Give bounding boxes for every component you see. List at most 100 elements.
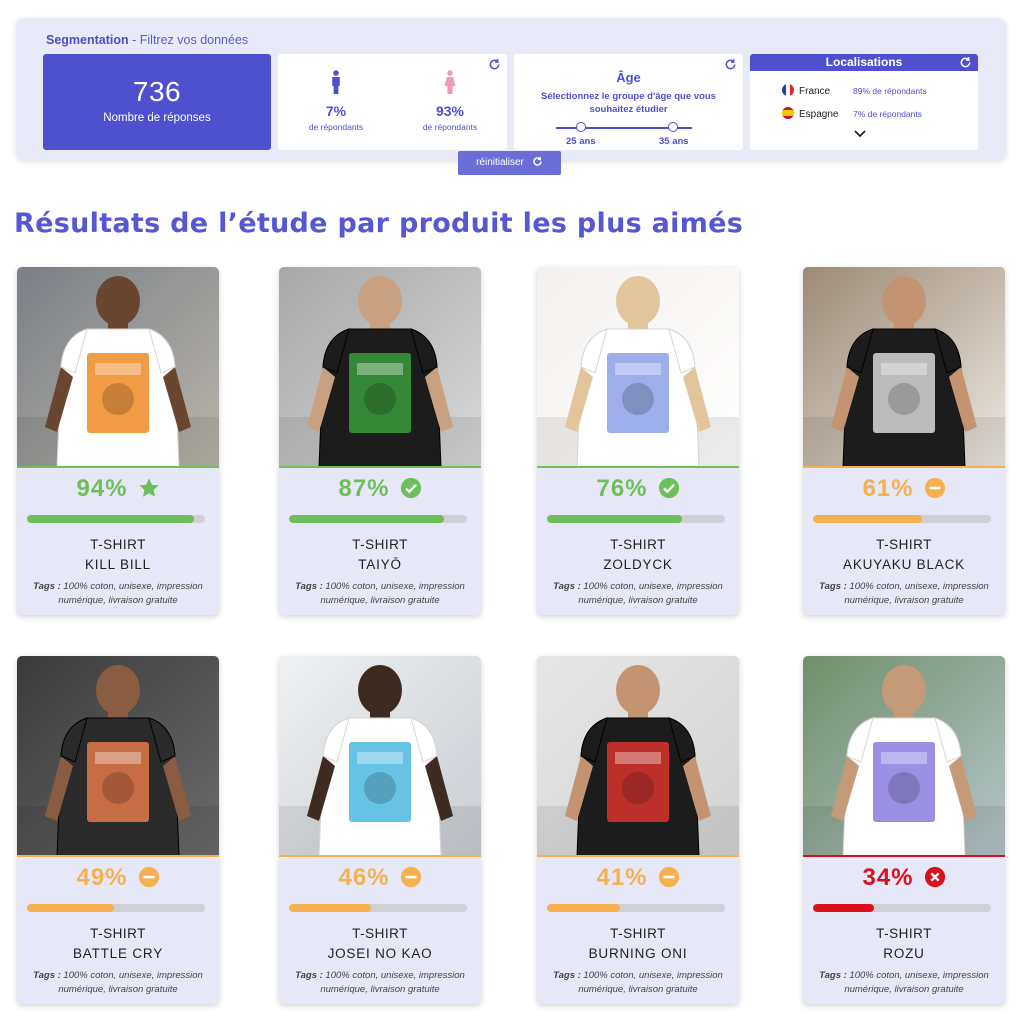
product-type: T-SHIRT [876,926,932,941]
gender-female[interactable]: 93% de répondants [410,70,490,132]
product-score-bar [813,515,991,523]
product-score-value: 49% [76,864,128,891]
divider [279,855,481,857]
minus-icon [400,866,422,895]
product-card[interactable]: 87% T-SHIRT TAIYŌ Tags : 100% coton, unisex… [279,267,481,615]
product-tags: Tags : 100% coton, unisexe, impression n… [803,580,1005,608]
product-type: T-SHIRT [90,926,146,941]
age-slider-max-handle[interactable] [668,122,678,132]
location-row-france[interactable]: France 89% de répondants [782,84,927,97]
age-max-label: 35 ans [659,136,689,147]
product-image[interactable] [803,267,1005,467]
product-score: 46% [279,864,481,895]
product-card[interactable]: 94% T-SHIRT KILL BILL Tags : 100% coton, un… [17,267,219,615]
responses-count: 736 [132,76,182,107]
refresh-icon[interactable] [959,56,972,69]
product-score: 34% [803,864,1005,895]
product-image[interactable] [279,267,481,467]
location-stat: 7% de répondants [853,109,922,119]
product-type: T-SHIRT [352,926,408,941]
divider [537,855,739,857]
product-score: 61% [803,475,1005,506]
product-score-value: 61% [862,475,914,502]
product-score-bar [27,904,205,912]
locations-card: Localisations France 89% de répondants Es… [750,54,978,150]
female-sub: de répondants [422,122,478,132]
product-score-bar-fill [289,515,444,523]
location-stat: 89% de répondants [853,86,927,96]
male-percent: 7% [325,103,347,119]
minus-icon [138,866,160,895]
tags-text: 100% coton, unisexe, impression numériqu… [58,581,203,606]
product-score-bar [547,515,725,523]
product-score-bar [547,904,725,912]
tags-label: Tags : [295,581,323,592]
product-card[interactable]: 49% T-SHIRT BATTLE CRY Tags : 100% coton, u… [17,656,219,1004]
product-card[interactable]: 76% T-SHIRT ZOLDYCK Tags : 100% coton, unis… [537,267,739,615]
tags-text: 100% coton, unisexe, impression numériqu… [320,581,465,606]
tags-text: 100% coton, unisexe, impression numériqu… [578,970,723,995]
product-image[interactable] [537,656,739,856]
product-name: BATTLE CRY [72,946,164,961]
responses-label: Nombre de réponses [103,112,211,124]
product-score-value: 87% [338,475,390,502]
segmentation-panel: Segmentation - Filtrez vos données 736 N… [16,18,1006,160]
segmentation-subtitle: - Filtrez vos données [128,33,249,47]
product-tags: Tags : 100% coton, unisexe, impression n… [279,969,481,997]
france-flag-icon [782,84,794,96]
product-score-value: 94% [76,475,128,502]
tags-label: Tags : [33,970,61,981]
age-title: Âge [616,70,641,85]
reset-button[interactable]: réinitialiser [458,151,561,175]
product-card[interactable]: 34% T-SHIRT ROZU Tags : 100% coton, unisexe… [803,656,1005,1004]
product-score-bar-fill [813,515,922,523]
product-score: 49% [17,864,219,895]
responses-card: 736 Nombre de réponses [43,54,271,150]
tags-label: Tags : [553,970,581,981]
spain-flag-icon [782,107,794,119]
age-slider-min-handle[interactable] [576,122,586,132]
product-image[interactable] [17,656,219,856]
tags-text: 100% coton, unisexe, impression numériqu… [844,970,989,995]
product-name: AKUYAKU BLACK [843,557,965,572]
gender-card: 7% de répondants 93% de répondants [278,54,507,150]
check-icon [658,477,680,506]
divider [803,466,1005,468]
product-score-bar [813,904,991,912]
product-image[interactable] [537,267,739,467]
locations-title: Localisations [750,54,978,71]
tags-text: 100% coton, unisexe, impression numériqu… [58,970,203,995]
gender-male[interactable]: 7% de répondants [296,70,376,132]
product-score: 94% [17,475,219,506]
product-card[interactable]: 46% T-SHIRT JOSEI NO KAO Tags : 100% coton,… [279,656,481,1004]
location-country: Espagne [799,109,839,120]
product-score-bar-fill [547,904,620,912]
female-percent: 93% [435,103,465,119]
cross-icon [924,866,946,895]
age-min-label: 25 ans [566,136,596,147]
product-score-value: 76% [596,475,648,502]
chevron-down-icon[interactable] [854,130,866,138]
product-score-bar-fill [547,515,683,523]
product-score-bar-fill [289,904,371,912]
segmentation-title: Segmentation - Filtrez vos données [46,33,248,47]
male-icon [332,70,340,94]
product-type: T-SHIRT [610,926,666,941]
location-row-espagne[interactable]: Espagne 7% de répondants [782,107,922,120]
product-tags: Tags : 100% coton, unisexe, impression n… [803,969,1005,997]
product-name: ZOLDYCK [603,557,673,572]
product-name: BURNING ONI [588,946,688,961]
product-image[interactable] [279,656,481,856]
product-score: 76% [537,475,739,506]
product-tags: Tags : 100% coton, unisexe, impression n… [17,969,219,997]
product-image[interactable] [17,267,219,467]
minus-icon [658,866,680,895]
product-card[interactable]: 41% T-SHIRT BURNING ONI Tags : 100% coton, … [537,656,739,1004]
tags-label: Tags : [819,970,847,981]
divider [537,466,739,468]
product-score-value: 41% [596,864,648,891]
product-card[interactable]: 61% T-SHIRT AKUYAKU BLACK Tags : 100% coton… [803,267,1005,615]
tags-label: Tags : [553,581,581,592]
product-image[interactable] [803,656,1005,856]
product-name: TAIYŌ [358,557,402,572]
